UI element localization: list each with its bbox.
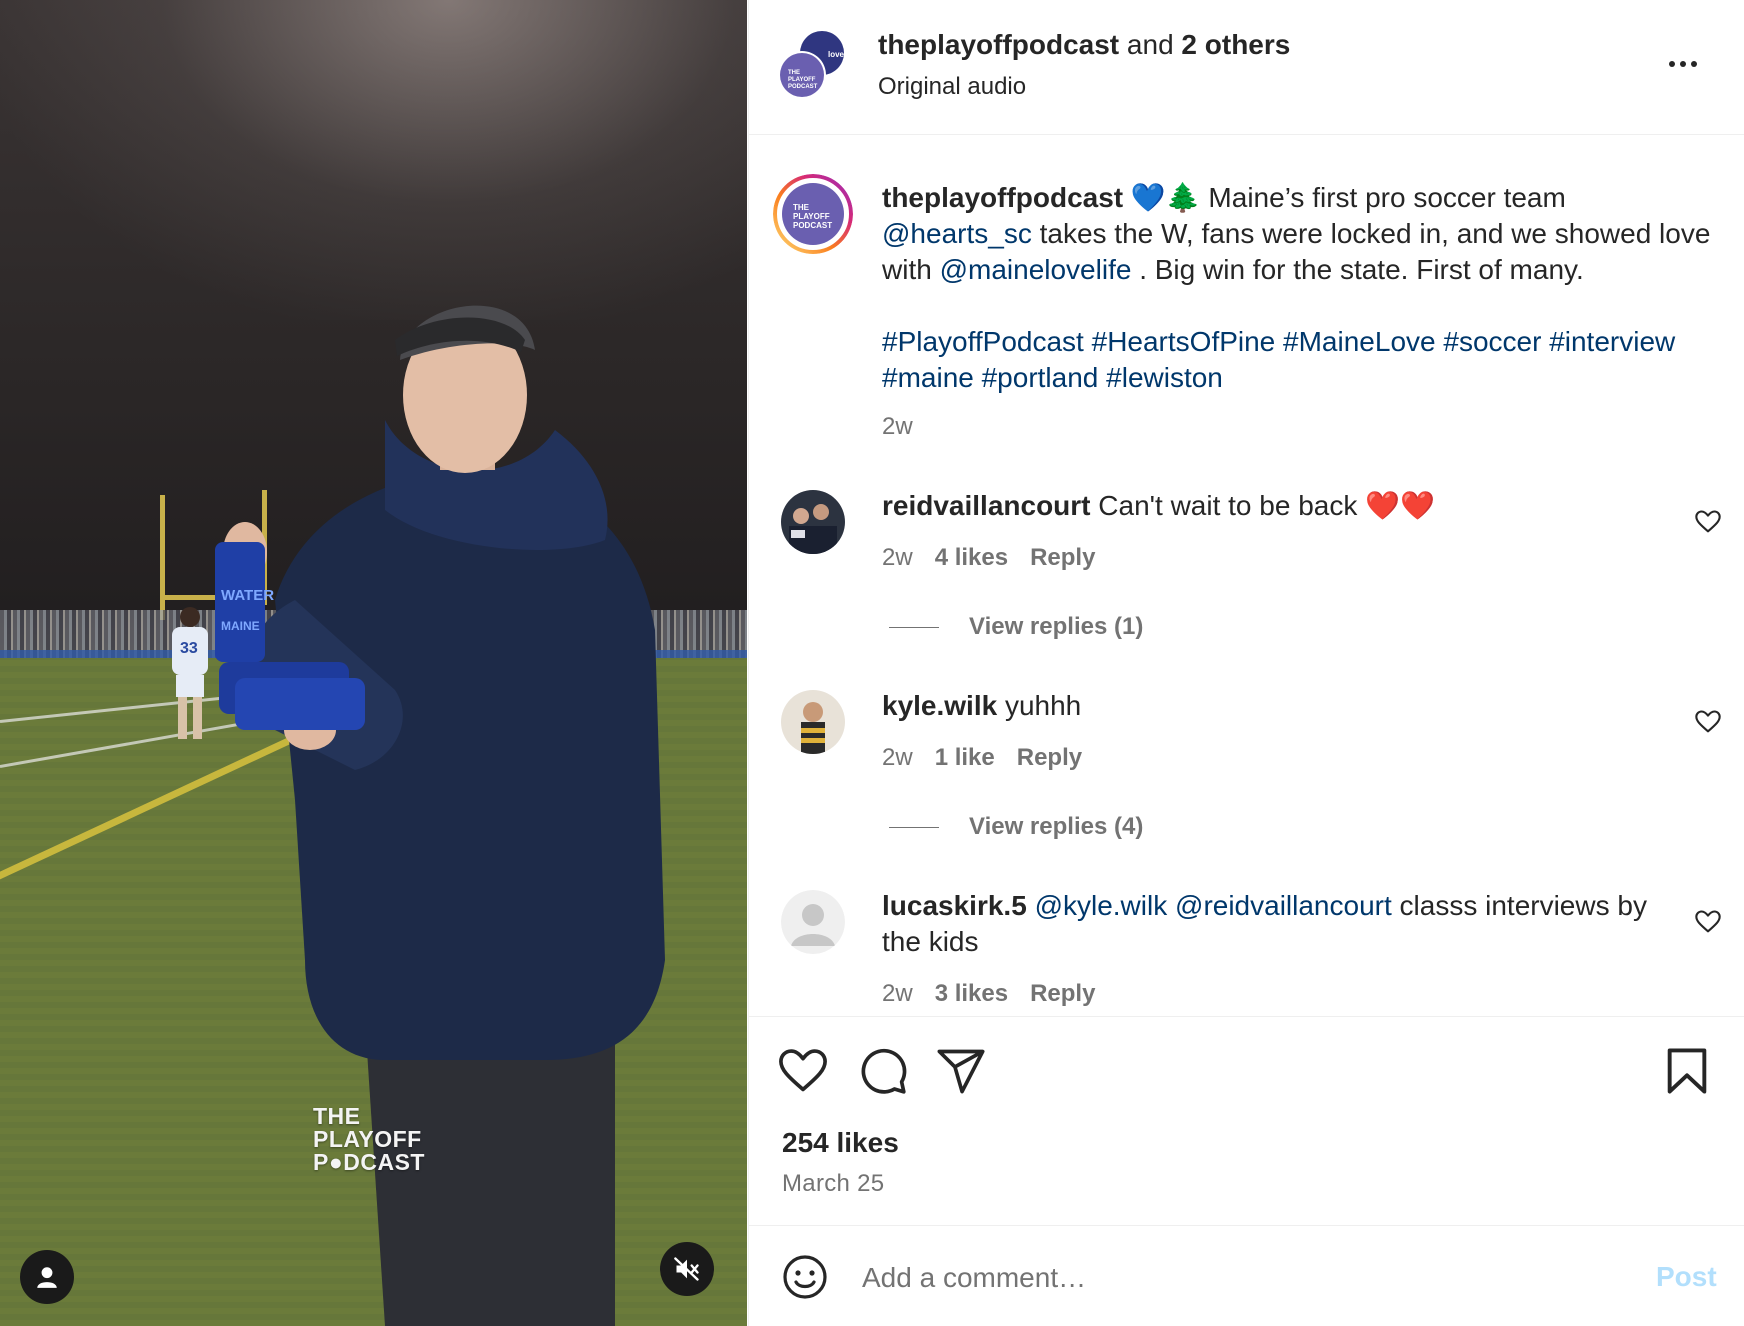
view-replies-button[interactable]: View replies (4) [889,813,1143,841]
more-options-button[interactable] [1669,52,1705,76]
smiley-icon[interactable] [781,1253,829,1301]
comment-username[interactable]: lucaskirk.5 [882,890,1027,921]
svg-text:PLAYOFF: PLAYOFF [793,212,830,221]
mute-button[interactable] [660,1242,714,1296]
post-date[interactable]: March 25 [782,1170,884,1198]
caption-body: Maine’s first pro soccer team [1200,182,1566,213]
comment-username[interactable]: reidvaillancourt [882,490,1091,521]
person-icon [37,1267,57,1288]
reply-button[interactable]: Reply [1017,744,1082,771]
comment-body: yuhhh [997,690,1082,721]
comment-emoji: ❤️❤️ [1365,490,1435,521]
collab-avatars[interactable]: love THE PLAYOFF PODCAST [778,31,846,99]
speaker-muted-icon [674,1257,699,1281]
tagged-users-button[interactable] [20,1250,74,1304]
caption-hashtags[interactable]: #PlayoffPodcast #HeartsOfPine #MaineLove… [882,324,1722,396]
caption-username[interactable]: theplayoffpodcast [882,182,1123,213]
header-others-link[interactable]: 2 others [1181,29,1290,60]
svg-text:PLAYOFF: PLAYOFF [788,77,816,83]
reply-button[interactable]: Reply [1030,544,1095,571]
mention-link[interactable]: @hearts_sc [882,218,1032,249]
reply-button[interactable]: Reply [1030,980,1095,1007]
comment-icon[interactable] [857,1045,909,1097]
post-panel: love THE PLAYOFF PODCAST theplayoffpodca… [748,0,1744,1326]
comment-time[interactable]: 2w [882,980,913,1007]
comment-meta: 2w 3 likes Reply [882,980,1095,1008]
comments-list[interactable]: THE PLAYOFF PODCAST theplayoffpodcast 💙🌲… [749,136,1744,1016]
reel-video[interactable]: 33 WATER MAINE THE PLAYOFF P●DCAST [0,0,747,1326]
person-holding-cans: WATER MAINE [215,305,665,1326]
post-header: love THE PLAYOFF PODCAST theplayoffpodca… [749,0,1744,135]
header-title: theplayoffpodcast and 2 others [878,29,1290,61]
hashtag-line[interactable]: #maine #portland #lewiston [882,360,1722,396]
svg-text:PODCAST: PODCAST [793,221,832,230]
podcast-watermark: THE PLAYOFF P●DCAST [313,1105,425,1174]
mention-link[interactable]: @kyle.wilk [1035,890,1168,921]
bookmark-icon[interactable] [1661,1045,1713,1097]
replies-dash [889,826,939,828]
comment-text: kyle.wilk yuhhh [882,688,1722,724]
caption-emoji: 💙🌲 [1130,182,1201,213]
view-replies-label: View replies (4) [969,813,1144,840]
header-and: and [1119,29,1182,60]
comment-time[interactable]: 2w [882,544,913,571]
comment-text: lucaskirk.5 @kyle.wilk @reidvaillancourt… [882,888,1672,960]
caption-avatar[interactable]: THE PLAYOFF PODCAST [773,174,853,254]
comment-likes[interactable]: 1 like [935,744,995,771]
comment-time[interactable]: 2w [882,744,913,771]
more-dots-icon [1669,61,1675,67]
heart-icon[interactable] [1694,508,1722,536]
jersey-number: 33 [180,640,198,657]
heart-icon[interactable] [1694,908,1722,936]
more-dot [1691,61,1697,67]
heart-icon[interactable] [777,1045,829,1097]
view-replies-label: View replies (1) [969,613,1144,640]
comment-meta: 2w 1 like Reply [882,744,1082,772]
svg-text:THE: THE [793,203,810,212]
stadium-sky [0,0,747,320]
heart-icon[interactable] [1694,708,1722,736]
comment-input[interactable] [862,1256,1642,1300]
hashtag-line[interactable]: #PlayoffPodcast #HeartsOfPine #MaineLove… [882,324,1722,360]
svg-text:THE: THE [788,70,800,76]
comment-likes[interactable]: 4 likes [935,544,1008,571]
can-label: MAINE [221,619,260,633]
post-comment-button[interactable]: Post [1656,1261,1717,1293]
comment-likes[interactable]: 3 likes [935,980,1008,1007]
commenter-avatar[interactable] [781,490,845,554]
original-audio-link[interactable]: Original audio [878,73,1290,101]
replies-dash [889,626,939,628]
divider [749,1225,1744,1226]
header-username[interactable]: theplayoffpodcast [878,29,1119,60]
watermark-line: P●DCAST [313,1149,425,1175]
view-replies-button[interactable]: View replies (1) [889,613,1143,641]
header-text: theplayoffpodcast and 2 others Original … [878,29,1290,101]
background-player: 33 [172,607,208,739]
can-label: WATER [221,587,274,604]
mention-link[interactable]: @reidvaillancourt [1175,890,1392,921]
svg-text:PODCAST: PODCAST [788,84,818,90]
commenter-avatar[interactable] [781,890,845,954]
more-dot [1680,61,1686,67]
watermark-line: THE [313,1103,361,1129]
comment-text: reidvaillancourt Can't wait to be back ❤… [882,488,1722,524]
mention-link[interactable]: @mainelovelife [940,254,1132,285]
commenter-avatar[interactable] [781,690,845,754]
comment-meta: 2w 4 likes Reply [882,544,1095,572]
likes-count[interactable]: 254 likes [782,1127,899,1159]
divider [749,1016,1744,1017]
goal-post-left [160,495,165,620]
send-icon[interactable] [935,1045,987,1097]
caption-time[interactable]: 2w [882,413,913,441]
svg-text:love: love [828,50,845,59]
caption-text: theplayoffpodcast 💙🌲 Maine’s first pro s… [882,180,1722,288]
watermark-line: PLAYOFF [313,1126,422,1152]
comment-body: Can't wait to be back [1090,490,1366,521]
caption-body: . Big win for the state. First of many. [1131,254,1584,285]
comment-username[interactable]: kyle.wilk [882,690,997,721]
